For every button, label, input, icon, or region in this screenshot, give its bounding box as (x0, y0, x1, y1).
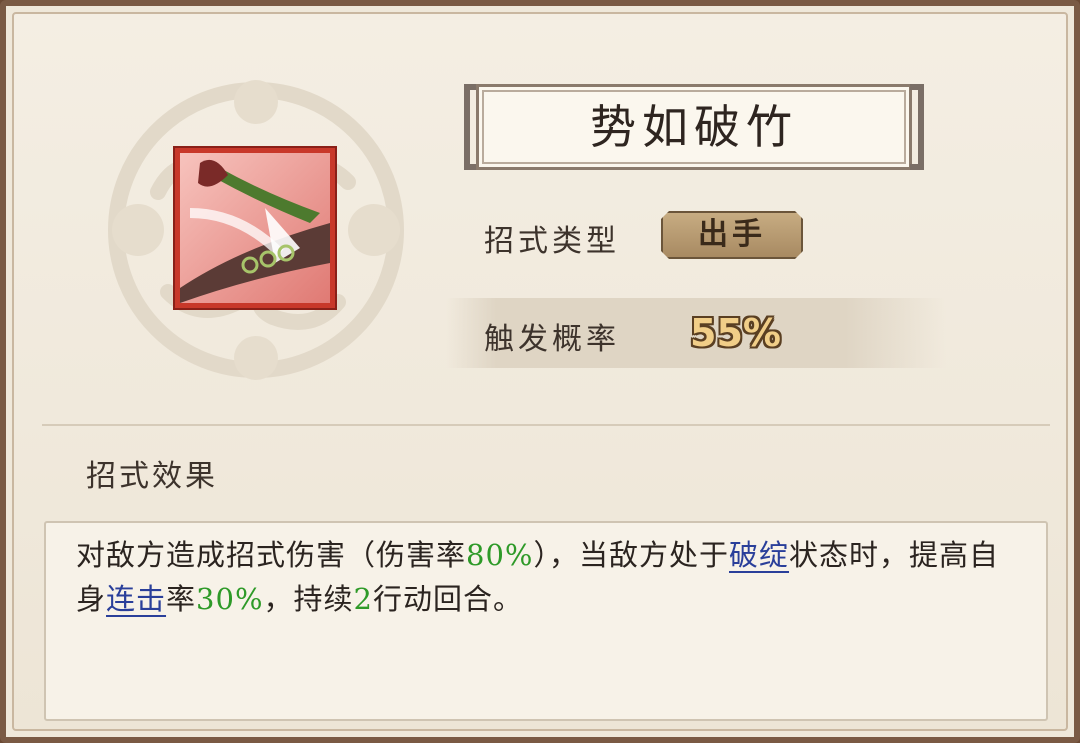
section-divider (42, 424, 1050, 426)
skill-detail-panel: 势如破竹 招式类型 出手 触发概率 55% 招式效果 对敌方造成招式伤害（伤害率… (0, 0, 1080, 743)
damage-rate-value: 80% (466, 538, 534, 572)
effect-text-segment: ，持续 (263, 582, 354, 616)
keyword-link-lianji[interactable]: 连击 (106, 582, 166, 616)
skill-icon[interactable] (173, 146, 337, 310)
effect-text-segment: ），当敌方处于 (533, 538, 729, 572)
keyword-link-pozhan[interactable]: 破绽 (729, 538, 789, 572)
effect-text-segment: 行动回合。 (372, 582, 523, 616)
skill-title-plate: 势如破竹 (464, 84, 924, 172)
effect-text-segment: 率 (166, 582, 197, 616)
duration-value: 2 (353, 582, 373, 616)
effect-description: 对敌方造成招式伤害（伤害率80%），当敌方处于破绽状态时，提高自身连击率30%，… (76, 533, 1026, 621)
skill-name: 势如破竹 (590, 100, 798, 154)
effect-text-segment: 对敌方造成招式伤害（伤害率 (76, 538, 467, 572)
trigger-probability-value: 55% (690, 311, 781, 355)
effect-description-box: 对敌方造成招式伤害（伤害率80%），当敌方处于破绽状态时，提高自身连击率30%，… (44, 521, 1048, 721)
skill-type-label: 招式类型 (484, 224, 620, 259)
sword-strike-icon (180, 153, 330, 303)
effect-section-title: 招式效果 (86, 459, 218, 494)
combo-rate-value: 30% (196, 582, 264, 616)
skill-type-badge: 出手 (661, 211, 803, 259)
trigger-probability-label: 触发概率 (484, 322, 620, 357)
